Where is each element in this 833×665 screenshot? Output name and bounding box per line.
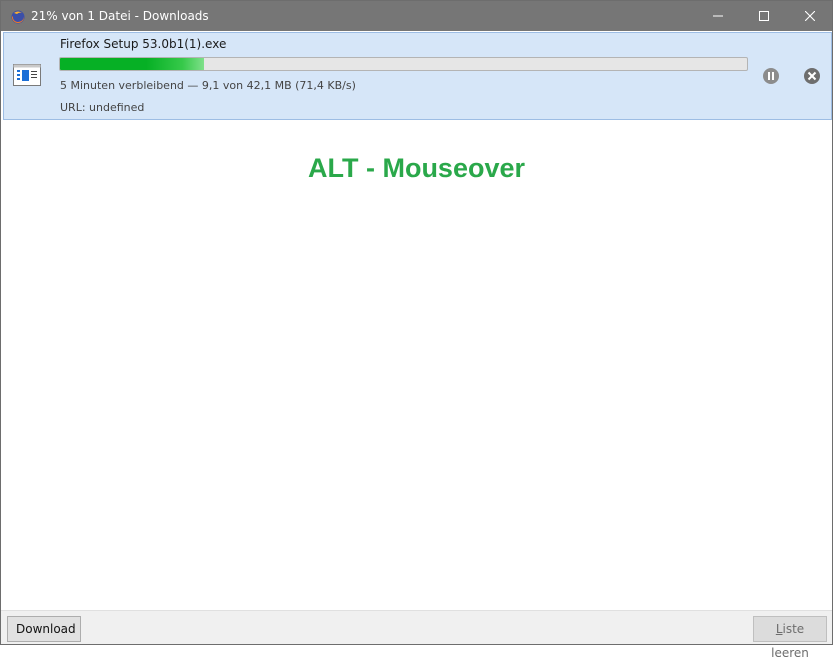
minimize-button[interactable] bbox=[695, 1, 741, 31]
firefox-icon bbox=[11, 9, 25, 24]
maximize-icon bbox=[759, 11, 769, 21]
download-list-item[interactable]: Firefox Setup 53.0b1(1).exe 5 Minuten ve… bbox=[3, 32, 832, 120]
cancel-button[interactable] bbox=[803, 67, 821, 85]
title-bar[interactable]: 21% von 1 Datei - Downloads bbox=[1, 1, 832, 31]
download-button[interactable]: Download bbox=[7, 616, 81, 642]
download-file-name: Firefox Setup 53.0b1(1).exe bbox=[60, 37, 227, 51]
window-title: 21% von 1 Datei - Downloads bbox=[31, 9, 209, 23]
downloads-window: 21% von 1 Datei - Downloads Firefox Setu… bbox=[0, 0, 833, 660]
maximize-button[interactable] bbox=[741, 1, 787, 31]
close-button[interactable] bbox=[787, 1, 833, 31]
pause-icon bbox=[763, 68, 779, 84]
close-icon bbox=[805, 11, 815, 21]
download-progress-bar bbox=[59, 57, 748, 71]
clear-list-button[interactable]: Liste leeren bbox=[753, 616, 827, 660]
footer-toolbar: Download Liste leeren bbox=[1, 610, 832, 660]
executable-file-icon bbox=[13, 64, 41, 86]
cancel-icon bbox=[804, 68, 820, 84]
overlay-label: ALT - Mouseover bbox=[307, 153, 525, 183]
pause-button[interactable] bbox=[762, 67, 780, 85]
clear-list-label: Liste leeren bbox=[771, 622, 809, 660]
download-status: 5 Minuten verbleibend — 9,1 von 42,1 MB … bbox=[60, 79, 356, 92]
progress-fill bbox=[60, 58, 205, 70]
download-url: URL: undefined bbox=[60, 101, 145, 114]
minimize-icon bbox=[713, 15, 723, 17]
